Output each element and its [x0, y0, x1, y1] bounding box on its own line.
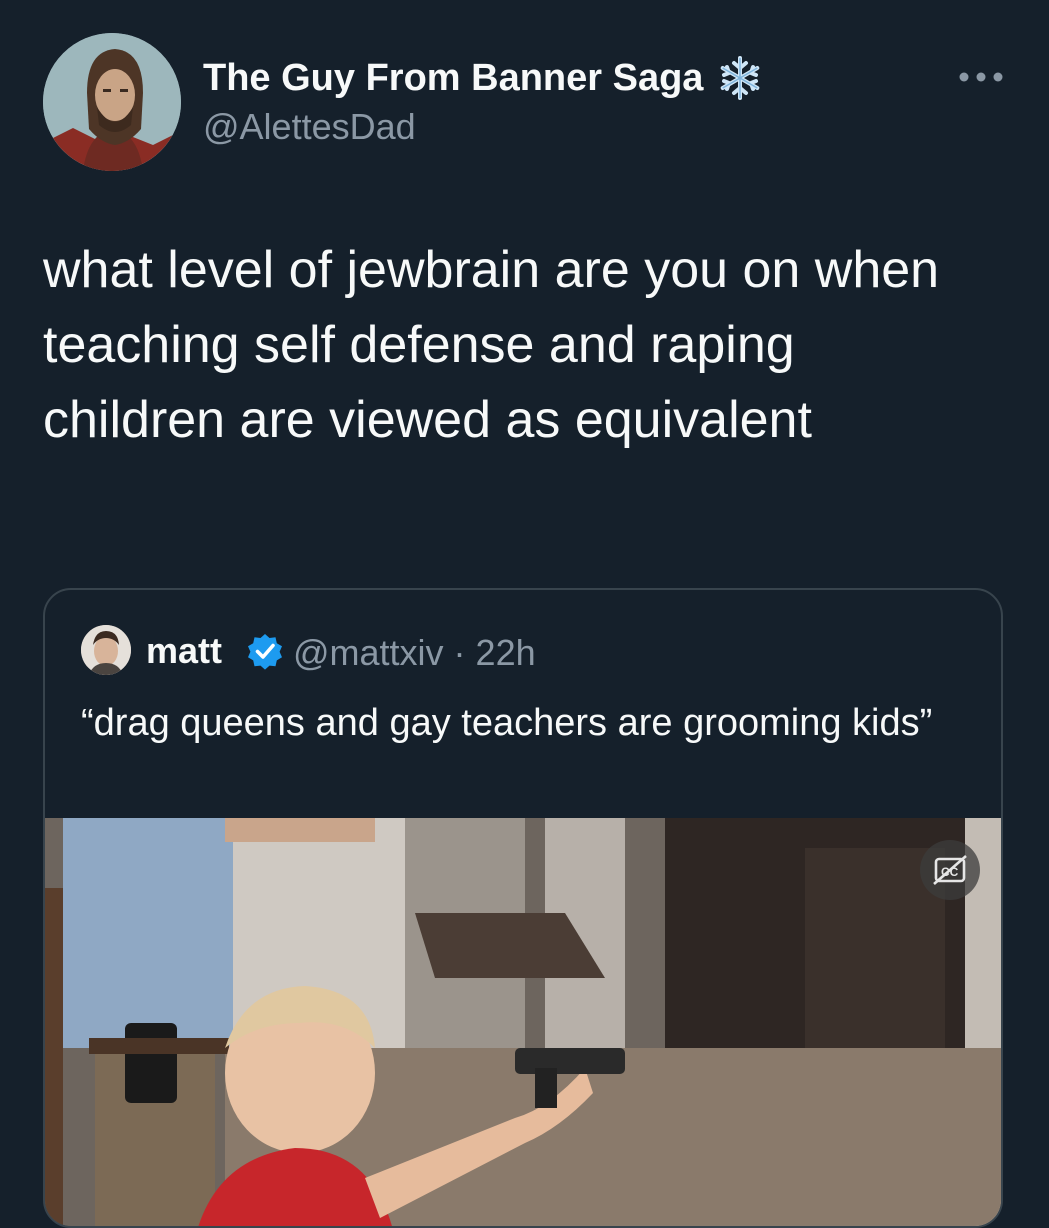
- author-avatar[interactable]: [43, 33, 181, 171]
- author-display-name[interactable]: The Guy From Banner Saga: [203, 55, 763, 101]
- closed-captions-off-icon: CC: [933, 855, 967, 885]
- quoted-author-name[interactable]: matt: [146, 630, 222, 672]
- snowflake-icon: [717, 55, 763, 101]
- tweet: The Guy From Banner Saga @AlettesDad wha…: [0, 0, 1049, 1228]
- author-name-text: The Guy From Banner Saga: [203, 56, 704, 99]
- quoted-author-handle-time[interactable]: @mattxiv · 22h: [293, 632, 536, 674]
- tweet-text: what level of jewbrain are you on when t…: [43, 241, 940, 449]
- quoted-tweet-video[interactable]: CC: [45, 818, 1001, 1226]
- ellipsis-icon: [959, 72, 1003, 82]
- quoted-author-avatar[interactable]: [81, 625, 131, 675]
- video-frame: [45, 818, 1001, 1226]
- verified-badge-icon: [248, 634, 282, 670]
- closed-captions-button[interactable]: CC: [920, 840, 980, 900]
- quoted-tweet-card[interactable]: matt @mattxiv · 22h “drag queens and gay…: [43, 588, 1003, 1228]
- quoted-tweet-text: “drag queens and gay teachers are groomi…: [81, 702, 933, 744]
- author-handle[interactable]: @AlettesDad: [203, 106, 416, 148]
- more-options-button[interactable]: [955, 62, 1007, 92]
